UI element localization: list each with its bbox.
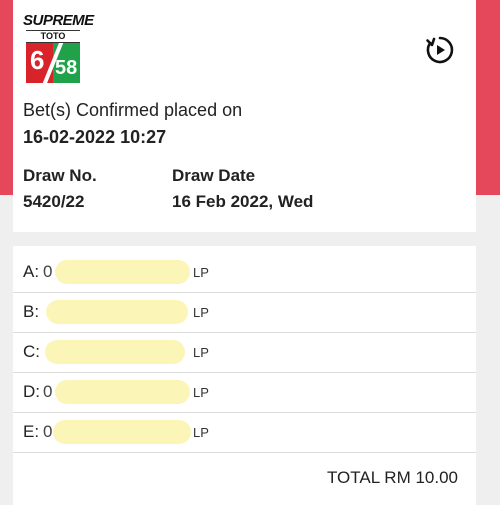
bet-number: 0 [43, 382, 53, 401]
logo-game-right: 58 [55, 57, 78, 79]
bet-number: 0 [43, 422, 53, 441]
bet-number: 0 [43, 262, 53, 281]
bet-label: B: [23, 302, 40, 321]
bet-row-c: C: LP [13, 332, 476, 373]
logo-game-badge: 6 58 [26, 43, 80, 83]
draw-no-label: Draw No. [23, 166, 97, 185]
draw-date-label: Draw Date [172, 166, 256, 185]
redaction-mask [55, 380, 190, 404]
draw-date-value: 16 Feb 2022, Wed [172, 192, 314, 211]
logo-game-left: 6 [30, 45, 45, 75]
bet-row-e: E: 0 LP [13, 412, 476, 453]
bet-label: A: [23, 262, 40, 281]
redaction-mask [45, 340, 185, 364]
replay-icon[interactable] [424, 34, 456, 66]
supreme-toto-logo: SUPREME TOTO 6 58 [23, 13, 94, 85]
bet-row-b: B: LP [13, 292, 476, 333]
bet-unit: LP [193, 265, 209, 280]
confirmation-label: Bet(s) Confirmed placed on [23, 100, 243, 120]
confirmation-datetime: 16-02-2022 10:27 [23, 127, 167, 147]
total-amount: TOTAL RM 10.00 [326, 468, 458, 487]
bet-unit: LP [193, 305, 209, 320]
bet-label: C: [23, 342, 40, 361]
bet-row-a: A: 0 LP [13, 252, 476, 293]
bet-unit: LP [193, 385, 209, 400]
bet-label: E: [23, 422, 40, 441]
bet-label: D: [23, 382, 40, 401]
redaction-mask [53, 420, 191, 444]
bet-unit: LP [193, 345, 209, 360]
bets-card: A: 0 LP B: LP C: LP D: 0 LP E: 0 LP TOTA… [13, 246, 476, 505]
bet-unit: LP [193, 425, 209, 440]
draw-no-value: 5420/22 [23, 192, 85, 211]
logo-toto-text: TOTO [26, 30, 80, 43]
ticket-header-card: SUPREME TOTO 6 58 Bet(s) Confirmed place… [13, 0, 476, 232]
logo-brand-text: SUPREME [23, 12, 94, 29]
bet-row-d: D: 0 LP [13, 372, 476, 413]
redaction-mask [55, 260, 190, 284]
redaction-mask [46, 300, 188, 324]
